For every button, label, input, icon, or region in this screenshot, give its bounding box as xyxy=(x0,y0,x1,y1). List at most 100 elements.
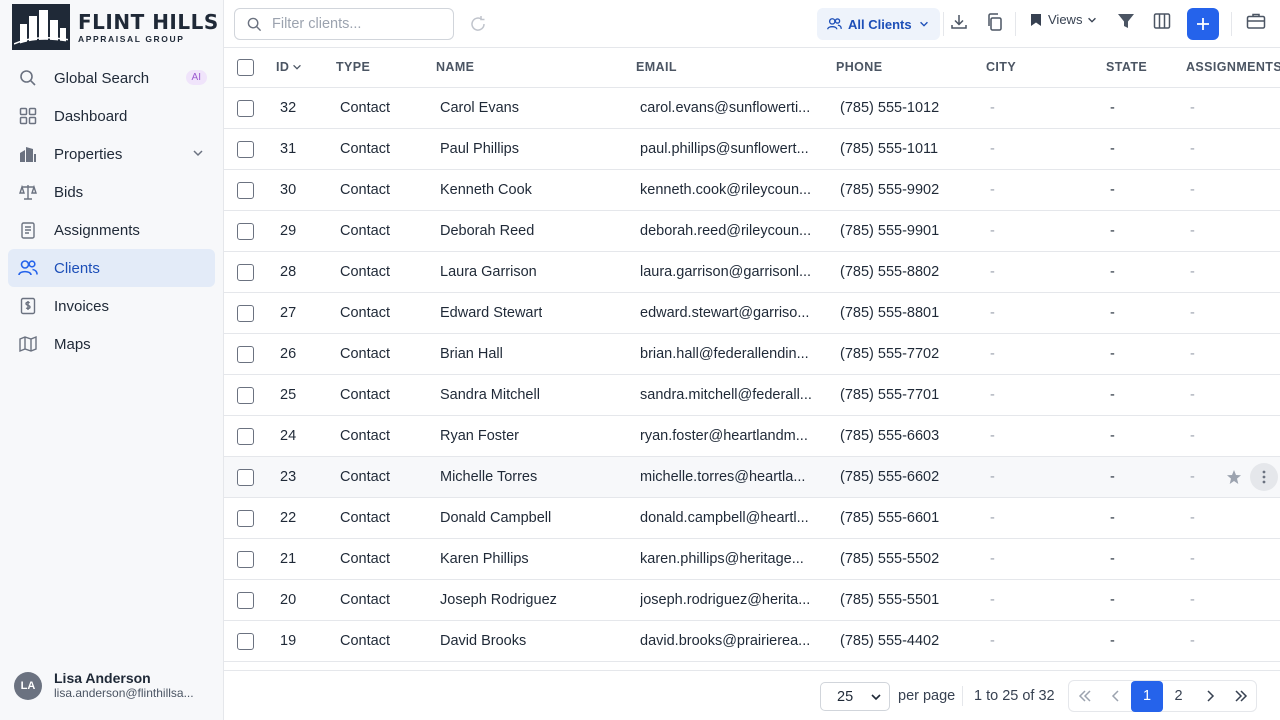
column-header-id[interactable]: ID xyxy=(276,60,303,74)
column-header-type[interactable]: TYPE xyxy=(336,60,370,74)
cell-name[interactable]: Laura Garrison xyxy=(440,264,537,280)
briefcase-icon[interactable] xyxy=(1246,12,1266,30)
columns-icon[interactable] xyxy=(1153,12,1171,30)
per-page-select[interactable]: 25 xyxy=(820,682,890,711)
cell-email[interactable]: michelle.torres@heartla... xyxy=(640,469,820,485)
page-button-2[interactable]: 2 xyxy=(1163,681,1194,711)
column-header-assignments[interactable]: ASSIGNMENTS xyxy=(1186,60,1280,74)
search-input[interactable] xyxy=(272,16,442,32)
view-filter-dropdown[interactable]: All Clients xyxy=(817,8,940,40)
chevron-down-icon[interactable] xyxy=(191,146,205,160)
table-row[interactable]: 22 Contact Donald Campbell donald.campbell@… xyxy=(224,498,1280,539)
cell-name[interactable]: Edward Stewart xyxy=(440,305,542,321)
cell-email[interactable]: donald.campbell@heartl... xyxy=(640,510,820,526)
first-page-button[interactable] xyxy=(1069,681,1100,711)
cell-email[interactable]: laura.garrison@garrisonl... xyxy=(640,264,820,280)
row-checkbox[interactable] xyxy=(237,346,254,363)
page-button-1[interactable]: 1 xyxy=(1131,680,1163,712)
column-header-state[interactable]: STATE xyxy=(1106,60,1147,74)
cell-name[interactable]: David Brooks xyxy=(440,633,526,649)
prev-page-button[interactable] xyxy=(1100,681,1131,711)
cell-email[interactable]: kenneth.cook@rileycoun... xyxy=(640,182,820,198)
cell-email[interactable]: ryan.foster@heartlandm... xyxy=(640,428,820,444)
sidebar-item-properties[interactable]: Properties xyxy=(8,135,215,173)
filter-icon[interactable] xyxy=(1117,12,1135,30)
cell-name[interactable]: Donald Campbell xyxy=(440,510,551,526)
row-checkbox[interactable] xyxy=(237,387,254,404)
row-checkbox[interactable] xyxy=(237,264,254,281)
cell-name[interactable]: Kenneth Cook xyxy=(440,182,532,198)
cell-name[interactable]: Deborah Reed xyxy=(440,223,534,239)
next-page-button[interactable] xyxy=(1194,681,1225,711)
copy-icon[interactable] xyxy=(985,12,1005,32)
sidebar-item-assignments[interactable]: Assignments xyxy=(8,211,215,249)
more-options-icon[interactable] xyxy=(1250,463,1278,491)
sidebar-item-label: Properties xyxy=(54,145,123,163)
row-checkbox[interactable] xyxy=(237,592,254,609)
row-checkbox[interactable] xyxy=(237,141,254,158)
sidebar-item-invoices[interactable]: Invoices xyxy=(8,287,215,325)
sidebar-item-bids[interactable]: Bids xyxy=(8,173,215,211)
row-checkbox[interactable] xyxy=(237,428,254,445)
table-row[interactable]: 25 Contact Sandra Mitchell sandra.mitchell@… xyxy=(224,375,1280,416)
last-page-button[interactable] xyxy=(1225,681,1256,711)
table-row[interactable]: 24 Contact Ryan Foster ryan.foster@heartlan… xyxy=(224,416,1280,457)
select-all-checkbox[interactable] xyxy=(237,59,254,76)
cell-name[interactable]: Ryan Foster xyxy=(440,428,519,444)
cell-email[interactable]: edward.stewart@garriso... xyxy=(640,305,820,321)
table-row[interactable]: 30 Contact Kenneth Cook kenneth.cook@rileyc… xyxy=(224,170,1280,211)
table-row[interactable]: 21 Contact Karen Phillips karen.phillips@he… xyxy=(224,539,1280,580)
sidebar-item-maps[interactable]: Maps xyxy=(8,325,215,363)
row-checkbox[interactable] xyxy=(237,469,254,486)
cell-name[interactable]: Joseph Rodriguez xyxy=(440,592,557,608)
cell-email[interactable]: brian.hall@federallendin... xyxy=(640,346,820,362)
cell-email[interactable]: joseph.rodriguez@herita... xyxy=(640,592,820,608)
table-row[interactable]: 23 Contact Michelle Torres michelle.torres@… xyxy=(224,457,1280,498)
cell-name[interactable]: Michelle Torres xyxy=(440,469,537,485)
cell-name[interactable]: Carol Evans xyxy=(440,100,519,116)
sidebar-item-clients[interactable]: Clients xyxy=(8,249,215,287)
add-client-button[interactable] xyxy=(1187,8,1219,40)
column-header-email[interactable]: EMAIL xyxy=(636,60,677,74)
refresh-icon[interactable] xyxy=(468,14,488,34)
row-checkbox[interactable] xyxy=(237,223,254,240)
column-header-name[interactable]: NAME xyxy=(436,60,474,74)
star-icon[interactable] xyxy=(1220,463,1248,491)
row-checkbox[interactable] xyxy=(237,633,254,650)
table-row[interactable]: 26 Contact Brian Hall brian.hall@federallen… xyxy=(224,334,1280,375)
row-checkbox[interactable] xyxy=(237,510,254,527)
table-row[interactable]: 28 Contact Laura Garrison laura.garrison@ga… xyxy=(224,252,1280,293)
sidebar-item-dashboard[interactable]: Dashboard xyxy=(8,97,215,135)
cell-name[interactable]: Sandra Mitchell xyxy=(440,387,540,403)
cell-email[interactable]: deborah.reed@rileycoun... xyxy=(640,223,820,239)
row-checkbox[interactable] xyxy=(237,100,254,117)
cell-phone: (785) 555-5502 xyxy=(840,551,940,567)
cell-email[interactable]: carol.evans@sunflowerti... xyxy=(640,100,820,116)
table-row[interactable]: 31 Contact Paul Phillips paul.phillips@sunf… xyxy=(224,129,1280,170)
row-checkbox[interactable] xyxy=(237,551,254,568)
row-checkbox[interactable] xyxy=(237,305,254,322)
views-dropdown[interactable]: Views xyxy=(1030,12,1098,27)
column-header-city[interactable]: CITY xyxy=(986,60,1016,74)
cell-type: Contact xyxy=(340,633,390,649)
cell-name[interactable]: Paul Phillips xyxy=(440,141,519,157)
download-icon[interactable] xyxy=(949,12,969,32)
cell-phone: (785) 555-6602 xyxy=(840,469,940,485)
cell-email[interactable]: david.brooks@prairierea... xyxy=(640,633,820,649)
row-checkbox[interactable] xyxy=(237,182,254,199)
table-row[interactable]: 29 Contact Deborah Reed deborah.reed@rileyc… xyxy=(224,211,1280,252)
table-row[interactable]: 19 Contact David Brooks david.brooks@prairi… xyxy=(224,621,1280,662)
cell-name[interactable]: Brian Hall xyxy=(440,346,503,362)
cell-email[interactable]: paul.phillips@sunflowert... xyxy=(640,141,820,157)
sidebar-item-global-search[interactable]: Global Search AI xyxy=(8,59,215,97)
cell-email[interactable]: sandra.mitchell@federall... xyxy=(640,387,820,403)
cell-name[interactable]: Karen Phillips xyxy=(440,551,529,567)
table-row[interactable]: 20 Contact Joseph Rodriguez joseph.rodrigue… xyxy=(224,580,1280,621)
cell-email[interactable]: karen.phillips@heritage... xyxy=(640,551,820,567)
column-header-phone[interactable]: PHONE xyxy=(836,60,882,74)
brand-logo[interactable]: FLINT HILLS APPRAISAL GROUP xyxy=(12,4,219,50)
table-row[interactable]: 18Contact xyxy=(224,662,1280,670)
user-profile[interactable]: LA Lisa Anderson lisa.anderson@flinthill… xyxy=(14,670,194,701)
table-row[interactable]: 27 Contact Edward Stewart edward.stewart@ga… xyxy=(224,293,1280,334)
table-row[interactable]: 32 Contact Carol Evans carol.evans@sunflowe… xyxy=(224,88,1280,129)
